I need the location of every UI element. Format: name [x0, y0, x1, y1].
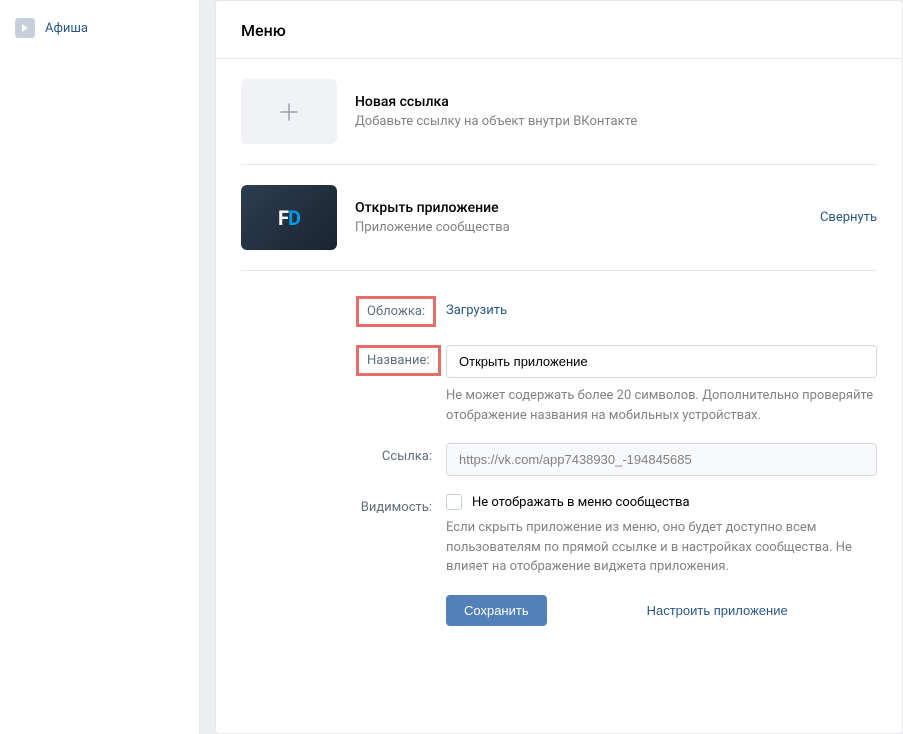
link-input[interactable]: [446, 443, 877, 476]
label-link: Ссылка:: [356, 443, 446, 476]
visibility-checkbox-label: Не отображать в меню сообщества: [472, 495, 690, 510]
app-title: Открыть приложение: [355, 200, 820, 216]
sidebar-item-label: Афиша: [45, 21, 88, 36]
row-visibility: Видимость: Не отображать в меню сообщест…: [356, 494, 877, 577]
visibility-checkbox-row[interactable]: Не отображать в меню сообщества: [446, 494, 877, 510]
name-input[interactable]: [446, 345, 877, 378]
app-thumb: FD: [241, 185, 337, 250]
save-button[interactable]: Сохранить: [446, 595, 547, 626]
configure-app-link[interactable]: Настроить приложение: [647, 603, 788, 618]
app-form: Обложка: Загрузить Название: Не может со…: [241, 296, 877, 626]
row-cover: Обложка: Загрузить: [356, 296, 877, 327]
label-name: Название:: [356, 345, 446, 425]
add-link-thumb[interactable]: [241, 79, 337, 144]
new-link-text: Новая ссылка Добавьте ссылку на объект в…: [355, 94, 637, 129]
row-name: Название: Не может содержать более 20 си…: [356, 345, 877, 425]
new-link-block[interactable]: Новая ссылка Добавьте ссылку на объект в…: [241, 79, 877, 165]
main-panel: Меню Новая ссылка Добавьте ссылку на объ…: [215, 0, 903, 734]
sidebar: Афиша: [0, 0, 200, 734]
app-info: Открыть приложение Приложение сообщества: [355, 200, 820, 235]
label-cover: Обложка:: [356, 296, 446, 327]
visibility-help: Если скрыть приложение из меню, оно буде…: [446, 518, 877, 577]
visibility-checkbox[interactable]: [446, 494, 462, 510]
play-icon: [15, 18, 35, 38]
page-title: Меню: [241, 21, 877, 40]
app-logo: FD: [278, 206, 300, 230]
content-area: Новая ссылка Добавьте ссылку на объект в…: [216, 59, 902, 646]
new-link-title: Новая ссылка: [355, 94, 637, 110]
plus-icon: [277, 100, 301, 124]
upload-cover-link[interactable]: Загрузить: [446, 303, 507, 318]
page-header: Меню: [216, 1, 902, 59]
app-block: FD Открыть приложение Приложение сообщес…: [241, 185, 877, 271]
collapse-link[interactable]: Свернуть: [820, 210, 877, 225]
row-link: Ссылка:: [356, 443, 877, 476]
sidebar-item-afisha[interactable]: Афиша: [0, 10, 199, 46]
name-help: Не может содержать более 20 символов. До…: [446, 386, 877, 425]
new-link-subtitle: Добавьте ссылку на объект внутри ВКонтак…: [355, 114, 637, 129]
label-visibility: Видимость:: [356, 494, 446, 577]
app-subtitle: Приложение сообщества: [355, 220, 820, 235]
form-actions: Сохранить Настроить приложение: [356, 595, 877, 626]
